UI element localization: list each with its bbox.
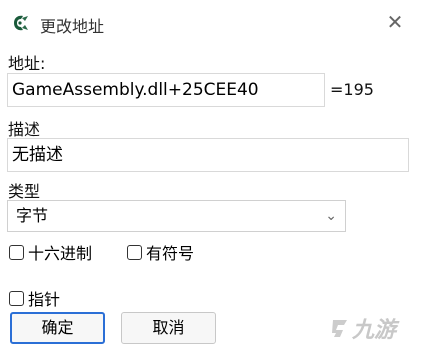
signed-checkbox[interactable] [127,244,142,260]
type-selected-value: 字节 [16,206,49,225]
hex-checkbox[interactable] [9,244,24,260]
pointer-checkbox[interactable] [9,290,24,306]
cancel-button[interactable]: 取消 [121,312,216,344]
pointer-label: 指针 [28,290,61,309]
address-input[interactable]: GameAssembly.dll+25CEE40 [7,73,325,107]
type-select[interactable]: 字节 ⌄ [7,200,346,232]
description-input[interactable]: 无描述 [7,138,409,172]
watermark-logo-icon [332,320,347,337]
signed-label: 有符号 [146,244,195,263]
pointer-option[interactable]: 指针 [9,286,60,310]
address-label: 地址: [8,54,46,73]
chevron-down-icon: ⌄ [325,208,337,224]
signed-option[interactable]: 有符号 [127,240,194,264]
window-title: 更改地址 [40,17,105,36]
title-bar: 更改地址 ✕ [0,0,423,44]
close-icon[interactable]: ✕ [383,10,407,34]
type-label: 类型 [8,182,41,201]
address-resolved-value: =195 [330,80,374,99]
hex-option[interactable]: 十六进制 [9,240,92,264]
watermark-text: 九游 [352,318,397,343]
description-label: 描述 [8,120,41,139]
watermark: 九游 [330,312,396,344]
hex-label: 十六进制 [28,244,93,263]
ok-button[interactable]: 确定 [10,312,105,344]
cheat-engine-icon [14,15,28,31]
